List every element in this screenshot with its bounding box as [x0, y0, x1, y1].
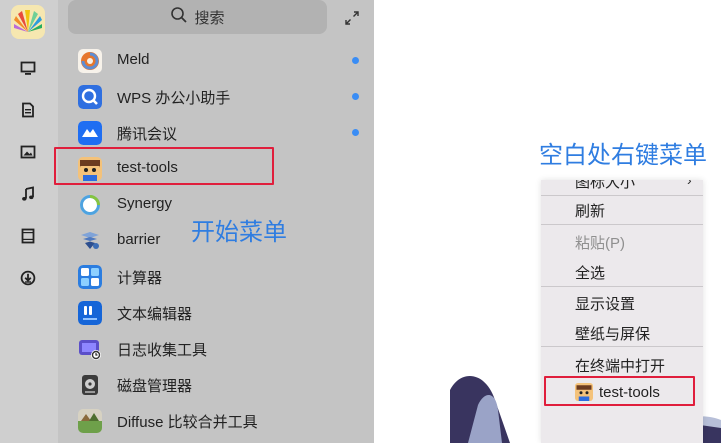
category-rail: [0, 0, 58, 443]
tencent-meeting-icon: [78, 121, 102, 145]
app-label: Diffuse 比较合并工具: [117, 414, 258, 431]
download-icon[interactable]: [16, 266, 40, 290]
wps-assistant-icon: [78, 85, 102, 109]
log-collector-icon: [78, 337, 102, 361]
app-item-meld[interactable]: Meld: [58, 44, 374, 80]
menu-item-open-terminal[interactable]: 在终端中打开: [541, 349, 703, 379]
highlight-box-context-test-tools: [544, 376, 695, 406]
disk-manager-icon: [78, 373, 102, 397]
app-label: barrier: [117, 231, 161, 248]
diffuse-icon: [78, 409, 102, 433]
chevron-right-icon: ›: [687, 180, 692, 188]
app-item-text-editor[interactable]: 文本编辑器: [58, 296, 374, 332]
search-box[interactable]: 搜索: [68, 0, 327, 34]
synergy-icon: [78, 193, 102, 217]
app-label: 磁盘管理器: [117, 378, 193, 395]
app-label: 腾讯会议: [117, 126, 178, 143]
video-icon[interactable]: [16, 224, 40, 248]
new-badge-dot: [352, 57, 359, 64]
app-label: 计算器: [117, 270, 163, 287]
annotation-context-menu: 空白处右键菜单: [539, 142, 707, 169]
text-editor-icon: [78, 301, 102, 325]
calculator-icon: [78, 265, 102, 289]
new-badge-dot: [352, 129, 359, 136]
app-label: 日志收集工具: [117, 342, 208, 359]
document-icon[interactable]: [16, 98, 40, 122]
fullscreen-toggle-icon[interactable]: [344, 10, 360, 26]
image-icon[interactable]: [16, 140, 40, 164]
app-item-diffuse[interactable]: Diffuse 比较合并工具: [58, 404, 374, 440]
new-badge-dot: [352, 93, 359, 100]
search-placeholder: 搜索: [194, 9, 225, 27]
app-label: WPS 办公小助手: [117, 90, 231, 107]
app-label: Synergy: [117, 195, 173, 212]
menu-item-paste: 粘贴(P): [575, 235, 625, 252]
search-icon: [170, 6, 188, 28]
annotation-start-menu: 开始菜单: [191, 219, 287, 246]
monitor-icon[interactable]: [16, 56, 40, 80]
launcher-logo-icon[interactable]: [11, 5, 45, 39]
meld-icon: [78, 49, 102, 73]
app-item-disk-manager[interactable]: 磁盘管理器: [58, 368, 374, 404]
menu-item-select-all[interactable]: 全选: [541, 256, 703, 286]
menu-item-wallpaper-screensaver[interactable]: 壁纸与屏保: [541, 317, 703, 347]
app-label: Meld: [117, 51, 150, 68]
app-label: 文本编辑器: [117, 306, 193, 323]
highlight-box-test-tools: [54, 147, 274, 185]
barrier-icon: [78, 229, 102, 253]
menu-item-display-settings[interactable]: 显示设置: [541, 287, 703, 317]
menu-separator: [541, 346, 703, 347]
menu-separator: [541, 224, 703, 225]
app-item-wps-assistant[interactable]: WPS 办公小助手: [58, 80, 374, 116]
app-item-calculator[interactable]: 计算器: [58, 260, 374, 296]
app-item-log-collector[interactable]: 日志收集工具: [58, 332, 374, 368]
menu-item-refresh[interactable]: 刷新: [541, 194, 703, 224]
music-icon[interactable]: [16, 182, 40, 206]
